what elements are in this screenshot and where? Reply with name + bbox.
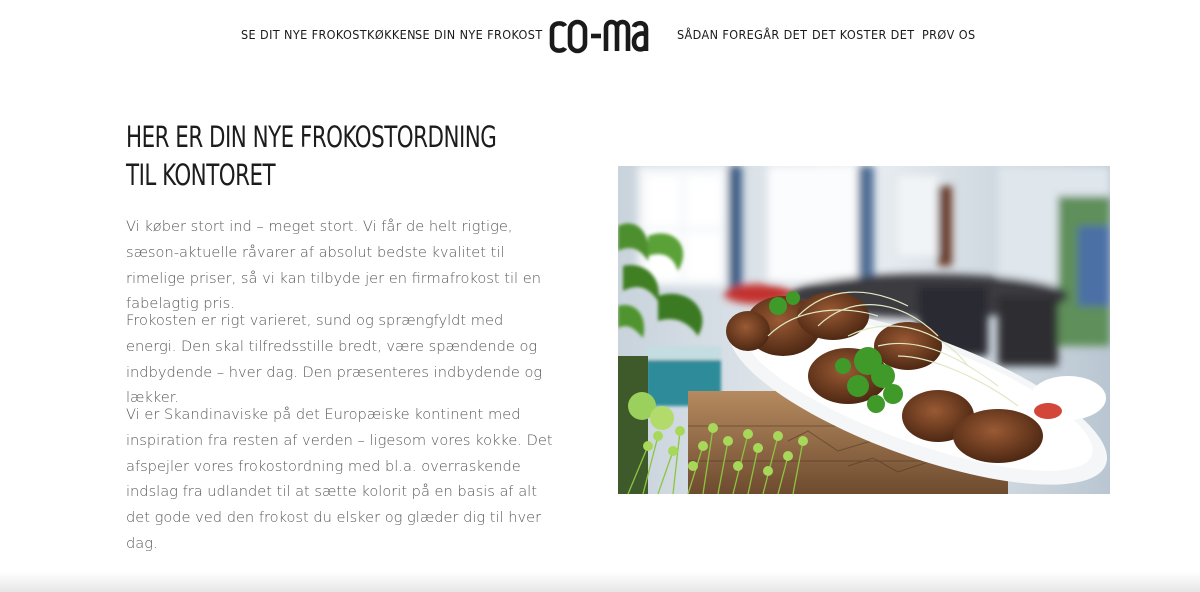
nav-link-se-dit-nye-frokostkoekken[interactable]: SE DIT NYE FROKOSTKØKKEN [241,27,416,42]
intro-section: HER ER DIN NYE FROKOSTORDNING TIL KONTOR… [126,118,556,552]
nav-link-se-din-nye-frokost[interactable]: SE DIN NYE FROKOST [415,27,543,42]
food-photo-illustration [618,166,1110,494]
nav-link-proev-os[interactable]: PRØV OS [922,27,976,42]
nav-link-det-koster-det[interactable]: DET KOSTER DET [812,27,914,42]
nav-link-saadan-foregaar-det[interactable]: SÅDAN FOREGÅR DET [677,27,807,42]
headline-line-2: TIL KONTORET [126,158,276,192]
intro-paragraph-1: Vi køber stort ind – meget stort. Vi får… [126,218,541,313]
coma-logo-mark [549,19,649,54]
food-platter-photo [618,166,1110,494]
headline-line-1: HER ER DIN NYE FROKOSTORDNING [126,120,497,154]
intro-paragraph-3: Vi er Skandinaviske på det Europæiske ko… [126,406,553,552]
top-navigation: SE DIT NYE FROKOSTKØKKEN SE DIN NYE FROK… [0,0,1200,68]
coma-logo[interactable] [548,6,652,58]
page-headline: HER ER DIN NYE FROKOSTORDNING TIL KONTOR… [126,118,552,194]
intro-paragraph-2: Frokosten er rigt varieret, sund og spræ… [126,312,543,407]
footer-shadow [0,572,1200,592]
